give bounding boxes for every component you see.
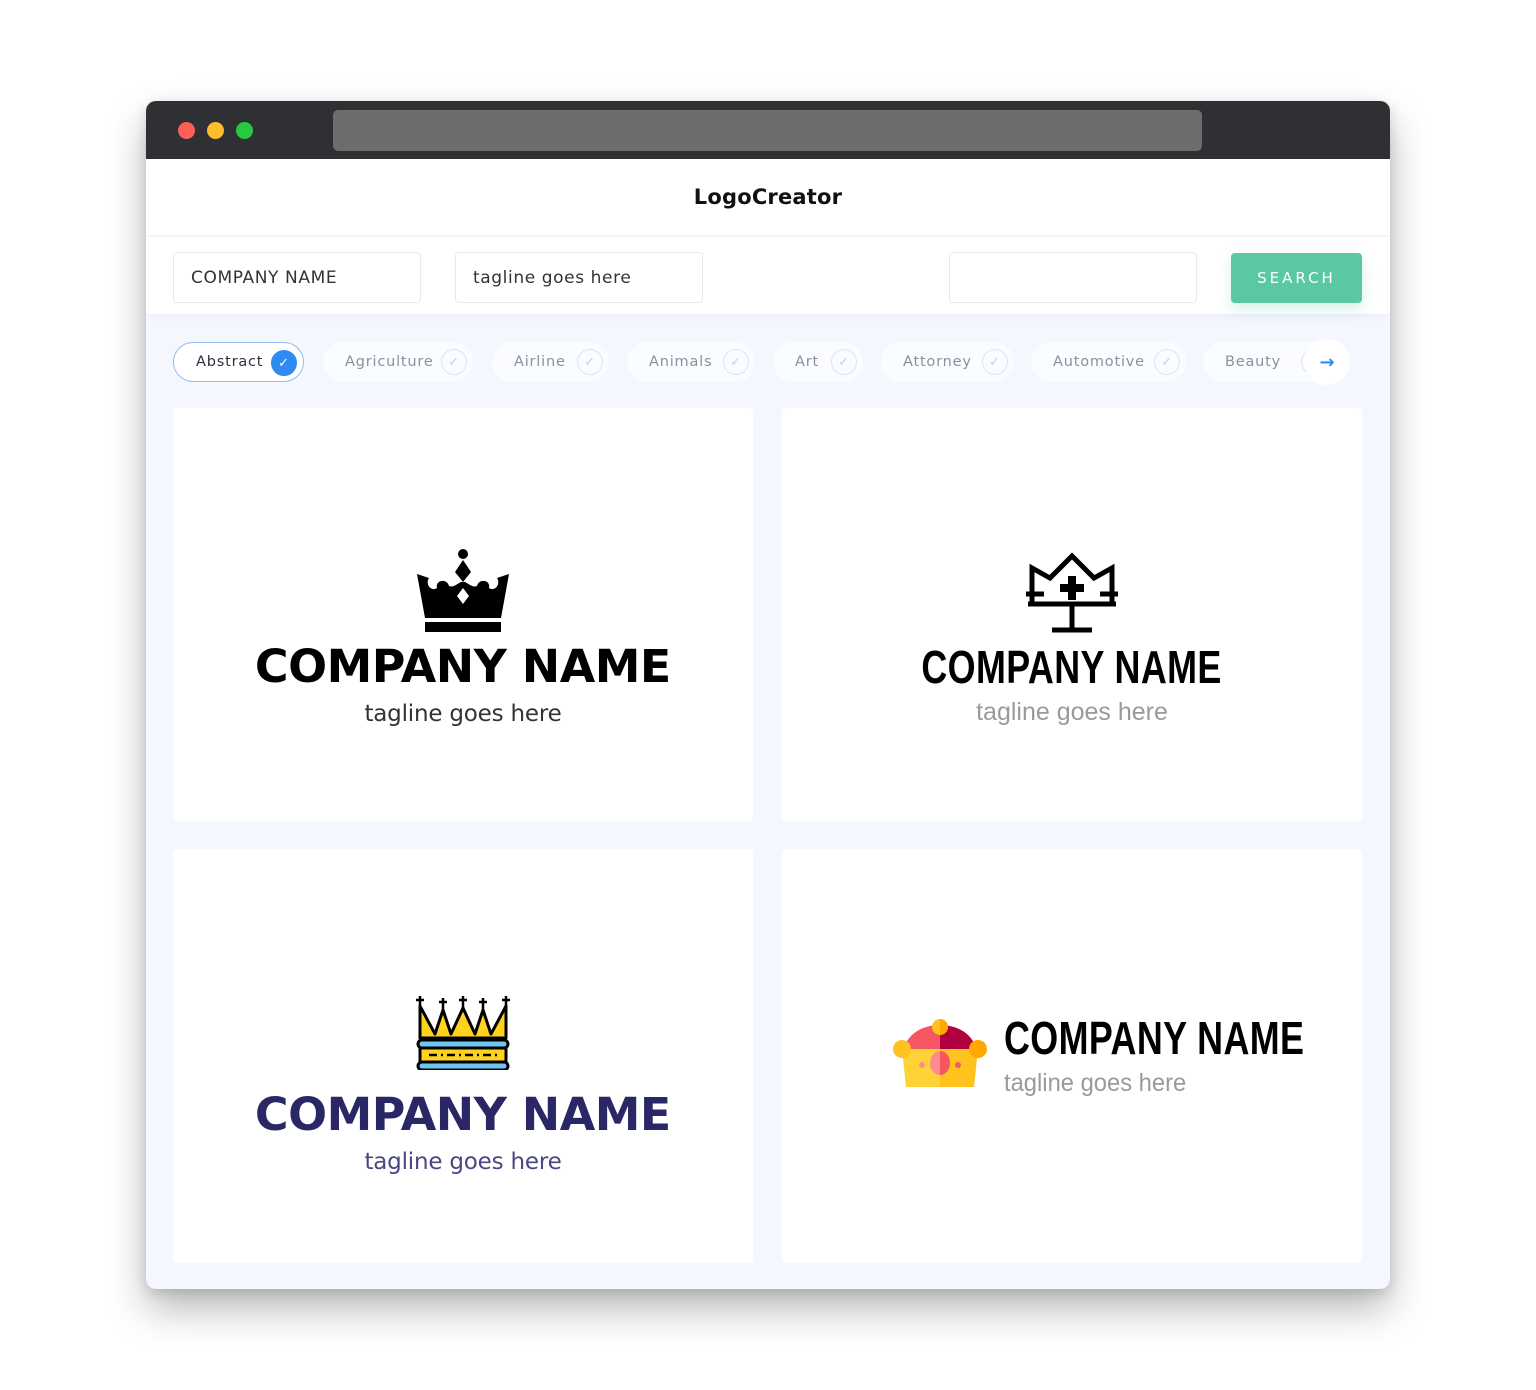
category-filter: Abstract ✓ Agriculture ✓ Airline ✓ Anima… bbox=[173, 339, 1353, 385]
company-name-text: COMPANY NAME bbox=[255, 1088, 671, 1141]
crown-solid-icon bbox=[417, 549, 509, 632]
chip-label: Agriculture bbox=[345, 354, 434, 370]
check-icon: ✓ bbox=[577, 349, 603, 375]
address-bar[interactable] bbox=[333, 110, 1202, 151]
next-categories-button[interactable]: → bbox=[1304, 339, 1350, 385]
brand-logo[interactable]: LogoCreator bbox=[694, 185, 842, 209]
chip-label: Automotive bbox=[1053, 354, 1145, 370]
company-name-text: COMPANY NAME bbox=[1004, 1012, 1305, 1064]
check-icon: ✓ bbox=[271, 350, 297, 376]
category-chip-animals[interactable]: Animals ✓ bbox=[627, 342, 755, 382]
category-chip-attorney[interactable]: Attorney ✓ bbox=[881, 342, 1014, 382]
chip-label: Attorney bbox=[903, 354, 972, 370]
category-chip-art[interactable]: Art ✓ bbox=[773, 342, 863, 382]
company-name-text: COMPANY NAME bbox=[255, 640, 671, 693]
search-button[interactable]: SEARCH bbox=[1231, 253, 1362, 303]
title-bar bbox=[146, 101, 1390, 159]
category-chip-automotive[interactable]: Automotive ✓ bbox=[1031, 342, 1186, 382]
tagline-text: tagline goes here bbox=[364, 701, 562, 727]
tagline-text: tagline goes here bbox=[1004, 1069, 1187, 1097]
crown-yellow-icon bbox=[416, 996, 510, 1070]
check-icon: ✓ bbox=[723, 349, 749, 375]
chip-label: Airline bbox=[514, 354, 566, 370]
arrow-right-icon: → bbox=[1319, 351, 1335, 373]
site-header: LogoCreator bbox=[146, 159, 1390, 235]
keyword-input[interactable] bbox=[949, 252, 1197, 303]
crown-flat-color-icon bbox=[893, 1019, 987, 1087]
chip-label: Abstract bbox=[196, 354, 264, 370]
minimize-window-button[interactable] bbox=[207, 122, 224, 139]
logo-card[interactable]: COMPANY NAME tagline goes here bbox=[173, 408, 753, 821]
company-name-text: COMPANY NAME bbox=[921, 641, 1223, 693]
logo-card[interactable]: COMPANY NAME tagline goes here bbox=[782, 849, 1362, 1263]
logo-card[interactable]: COMPANY NAME tagline goes here bbox=[782, 408, 1362, 821]
category-chip-abstract[interactable]: Abstract ✓ bbox=[173, 342, 304, 382]
check-icon: ✓ bbox=[1154, 349, 1180, 375]
category-chip-agriculture[interactable]: Agriculture ✓ bbox=[323, 342, 473, 382]
category-chip-airline[interactable]: Airline ✓ bbox=[492, 342, 609, 382]
chip-label: Beauty bbox=[1225, 354, 1282, 370]
logo-card[interactable]: COMPANY NAME tagline goes here bbox=[173, 849, 753, 1263]
crown-outline-cross-icon bbox=[1026, 552, 1118, 633]
tagline-input[interactable]: tagline goes here bbox=[455, 252, 703, 303]
check-icon: ✓ bbox=[831, 349, 857, 375]
check-icon: ✓ bbox=[982, 349, 1008, 375]
search-bar: COMPANY NAME tagline goes here SEARCH bbox=[146, 237, 1390, 314]
browser-window: LogoCreator COMPANY NAME tagline goes he… bbox=[146, 101, 1390, 1289]
company-name-input[interactable]: COMPANY NAME bbox=[173, 252, 421, 303]
maximize-window-button[interactable] bbox=[236, 122, 253, 139]
close-window-button[interactable] bbox=[178, 122, 195, 139]
chip-label: Art bbox=[795, 354, 819, 370]
check-icon: ✓ bbox=[441, 349, 467, 375]
chip-label: Animals bbox=[649, 354, 713, 370]
tagline-text: tagline goes here bbox=[364, 1149, 562, 1175]
tagline-text: tagline goes here bbox=[976, 698, 1168, 726]
